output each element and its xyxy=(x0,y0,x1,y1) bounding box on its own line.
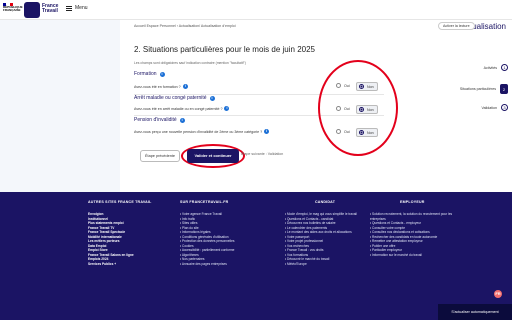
republique-text: RÉPUBLIQUE FRANÇAISE xyxy=(3,5,23,12)
question-formation: Avez-vous été en formation ? i xyxy=(134,84,188,89)
footer-link[interactable]: Annuaire des pages entreprises xyxy=(180,262,234,267)
step-number: 1 xyxy=(501,64,508,71)
step-label: Activités xyxy=(483,65,497,70)
section-heading: Formation xyxy=(134,71,157,77)
footer-col-autres-sites: AUTRES SITES FRANCE TRAVAIL Envolgion Ins… xyxy=(88,200,152,266)
footer-list: Votre agence France TravailInfo traficSi… xyxy=(180,212,235,267)
footer-link[interactable]: Météo'Europe xyxy=(285,262,367,267)
sidebar-step-situations[interactable]: Situations particulières 2 xyxy=(418,84,508,94)
sidebar-step-validation[interactable]: Validation 3 xyxy=(418,104,508,111)
footer-col-title: AUTRES SITES FRANCE TRAVAIL xyxy=(88,200,152,204)
section-heading: Arrêt maladie ou congé paternité xyxy=(134,95,207,101)
step-number: 2 xyxy=(500,84,508,94)
info-icon[interactable]: i xyxy=(264,129,270,134)
section-heading: Pension d'invalidité xyxy=(134,117,177,123)
page-title: 2. Situations particulières pour le mois… xyxy=(134,45,315,54)
reading-toggle-button[interactable]: Activer la lecture xyxy=(438,22,475,30)
footer-col-title: SUR FRANCETRAVAIL.FR xyxy=(180,200,229,204)
footer-col-francetravail: SUR FRANCETRAVAIL.FR Votre agence France… xyxy=(180,200,234,266)
sidebar xyxy=(0,20,120,192)
previous-step-button[interactable]: Étape précédente xyxy=(140,150,180,162)
footer-col-title: CANDIDAT xyxy=(315,200,336,204)
brand-name: France Travail xyxy=(42,3,59,14)
validate-continue-button[interactable]: Valider et continuer xyxy=(187,149,239,163)
question-text: Avez-vous été en arrêt maladie ou en con… xyxy=(134,106,223,111)
footer-link[interactable]: Mode d'emploi, le mag qui vous simplifie… xyxy=(285,212,367,217)
question-text: Avez-vous perçu une nouvelle pension d'i… xyxy=(134,129,263,134)
france-travail-logo-icon[interactable] xyxy=(24,2,40,18)
section-arret-heading: Arrêt maladie ou congé paternité i xyxy=(134,95,215,101)
section-pension-heading: Pension d'invalidité i xyxy=(134,117,185,123)
top-header: RÉPUBLIQUE FRANÇAISE France Travail Menu xyxy=(0,0,512,20)
step-label: Situations particulières xyxy=(459,87,496,91)
question-text: Avez-vous été en formation ? xyxy=(134,84,181,89)
footer-link[interactable]: Information sur le marché du travail xyxy=(370,253,458,258)
footer-list: Mode d'emploi, le mag qui vous simplifie… xyxy=(285,212,367,266)
footer-col-employeur: EMPLOYEUR Solution recrutement, la solut… xyxy=(370,200,458,257)
footer-link[interactable]: Services Publics + xyxy=(88,262,152,267)
sidebar-step-activites[interactable]: Activités 1 xyxy=(418,64,508,71)
hamburger-icon xyxy=(66,5,72,11)
page: RÉPUBLIQUE FRANÇAISE France Travail Menu… xyxy=(0,0,512,320)
footer-link[interactable]: Protection des données personnelles xyxy=(180,239,234,244)
menu-label: Menu xyxy=(75,5,88,11)
question-arret: Avez-vous été en arrêt maladie ou en con… xyxy=(134,106,230,111)
step-number: 3 xyxy=(501,104,508,111)
question-pension: Avez-vous perçu une nouvelle pension d'i… xyxy=(134,129,270,134)
footer-list: Solution recrutement, la solution du rec… xyxy=(370,212,458,257)
footer-link[interactable]: Accessibilité : partiellement conforme xyxy=(180,248,235,253)
info-icon[interactable]: i xyxy=(209,95,215,101)
republique-logo[interactable]: RÉPUBLIQUE FRANÇAISE xyxy=(3,3,23,17)
breadcrumb[interactable]: Accueil Espace Personnel › Actualisation… xyxy=(134,24,236,28)
language-fab-button[interactable]: FR xyxy=(494,290,502,298)
footer-col-title: EMPLOYEUR xyxy=(400,200,425,204)
footer-col-candidat: CANDIDAT Mode d'emploi, le mag qui vous … xyxy=(285,200,367,266)
info-icon[interactable]: i xyxy=(224,106,230,111)
info-icon[interactable]: i xyxy=(159,71,165,77)
step-label: Validation xyxy=(481,105,497,110)
menu-button[interactable]: Menu xyxy=(66,5,88,11)
footer-link[interactable]: Solution recrutement, la solution du rec… xyxy=(370,212,458,221)
section-formation-heading: Formation i xyxy=(134,71,165,77)
required-note: Les champs sont obligatoires sauf indica… xyxy=(134,61,246,65)
footer-list: Envolgion Institutionnel Plus statements e… xyxy=(88,212,152,266)
annotation-circle-radios xyxy=(318,60,398,156)
info-icon[interactable]: i xyxy=(182,84,188,89)
auto-actualisation-button[interactable]: S'actualiser automatiquement xyxy=(438,304,512,320)
next-step-label: Étape suivante : Validation xyxy=(241,152,284,156)
info-icon[interactable]: i xyxy=(179,117,185,123)
